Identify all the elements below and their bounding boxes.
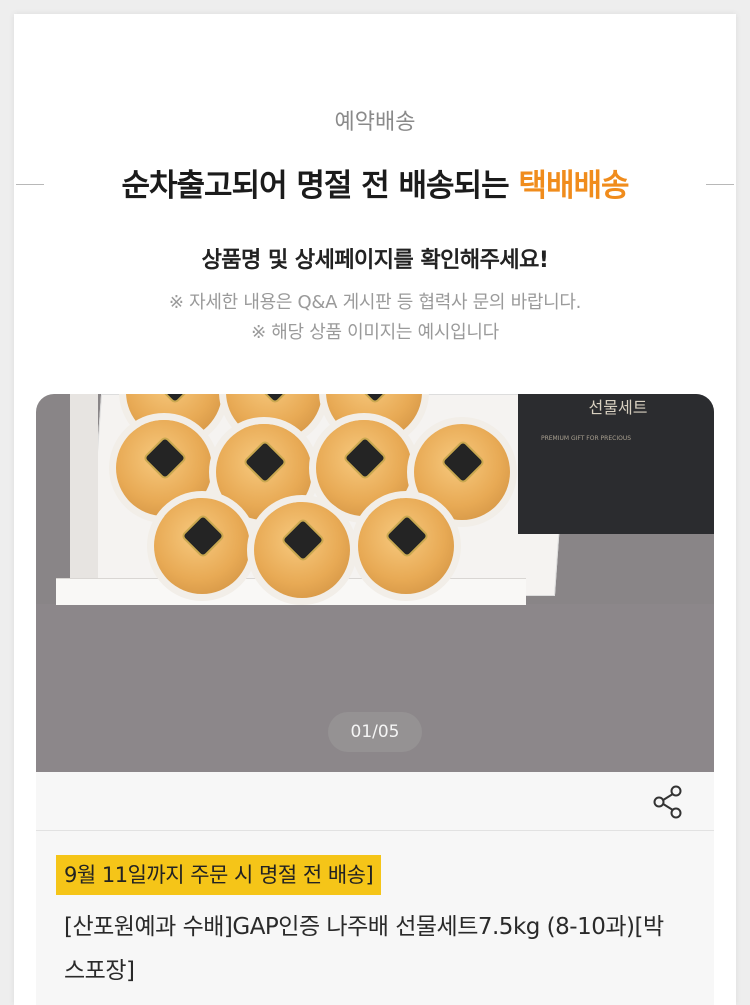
- product-name[interactable]: [산포원예과 수배]GAP인증 나주배 선물세트7.5kg (8-10과)[박스…: [64, 905, 684, 993]
- product-info: 9월 11일까지 주문 시 명절 전 배송] [산포원예과 수배]GAP인증 나…: [36, 831, 714, 1005]
- headline-highlight: 택배배송: [518, 168, 629, 204]
- gift-box-small-text: PREMIUM GIFT FOR PRECIOUS: [540, 435, 632, 442]
- pear-sticker: [384, 513, 430, 559]
- pear: [154, 498, 250, 594]
- eyebrow-label: 예약배송: [334, 110, 416, 135]
- pear-sticker: [440, 439, 486, 485]
- pear-sticker: [242, 439, 288, 485]
- pear-sticker: [152, 394, 198, 405]
- pear-sticker: [352, 394, 398, 405]
- share-button[interactable]: [648, 782, 688, 822]
- share-icon: [653, 785, 682, 819]
- pear-sticker: [342, 435, 388, 481]
- divider-left: [16, 184, 44, 185]
- subtitle: 상품명 및 상세페이지를 확인해주세요!: [201, 248, 549, 273]
- gift-box-label: 선물세트: [588, 398, 648, 417]
- note-line-1: ※ 자세한 내용은 Q&A 게시판 등 협력사 문의 바랍니다.: [168, 292, 582, 313]
- pear-sticker: [252, 394, 298, 405]
- note-line-2: ※ 해당 상품 이미지는 예시입니다: [251, 322, 499, 343]
- headline-row: 순차출고되어 명절 전 배송되는 택배배송: [0, 160, 750, 208]
- image-counter: 01/05: [328, 712, 422, 752]
- share-bar: [36, 772, 714, 831]
- headline: 순차출고되어 명절 전 배송되는 택배배송: [50, 160, 700, 205]
- pear: [358, 498, 454, 594]
- headline-main: 순차출고되어 명절 전 배송되는: [121, 168, 509, 204]
- pear-sticker: [142, 435, 188, 481]
- product-image-gallery[interactable]: 선물세트 PREMIUM GIFT FOR PRECIOUS 01/05: [36, 394, 714, 772]
- pear-sticker: [280, 517, 326, 563]
- tray-side: [70, 394, 98, 584]
- pear: [254, 502, 350, 598]
- pear-sticker: [180, 513, 226, 559]
- delivery-badge: 9월 11일까지 주문 시 명절 전 배송]: [56, 855, 382, 895]
- divider-right: [706, 184, 734, 185]
